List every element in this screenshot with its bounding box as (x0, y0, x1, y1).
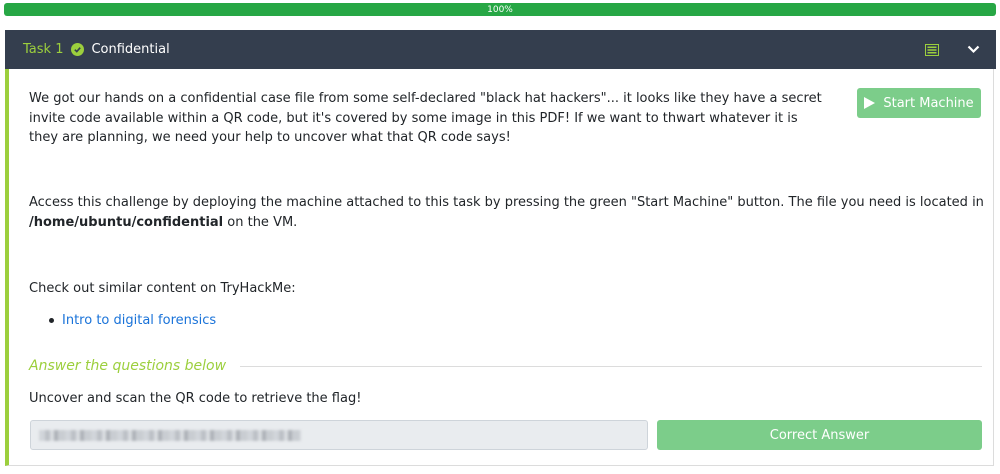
progress-label: 100% (487, 4, 513, 15)
chevron-down-icon[interactable] (967, 45, 980, 54)
play-icon (864, 97, 876, 109)
progress-bar: 100% (4, 3, 996, 16)
answer-field[interactable] (30, 420, 648, 450)
progress-fill: 100% (4, 3, 996, 16)
task-header[interactable]: Task 1 Confidential (5, 30, 996, 69)
list-item: Intro to digital forensics (49, 311, 216, 331)
task-number: Task 1 (23, 42, 64, 57)
bullet-icon (49, 318, 54, 324)
file-path: /home/ubuntu/confidential (29, 214, 224, 230)
instructions-prefix: Access this challenge by deploying the m… (29, 195, 984, 210)
question-text: Uncover and scan the QR code to retrieve… (29, 391, 362, 406)
answer-section-heading: Answer the questions below (29, 358, 982, 374)
task-title: Confidential (91, 42, 170, 57)
list-icon[interactable] (925, 43, 939, 56)
header-icons (925, 43, 996, 56)
start-machine-button[interactable]: Start Machine (857, 88, 981, 118)
task-instructions: Access this challenge by deploying the m… (29, 193, 984, 232)
instructions-suffix: on the VM. (223, 214, 298, 230)
answer-heading-text: Answer the questions below (29, 358, 227, 374)
room-link[interactable]: Intro to digital forensics (62, 311, 216, 331)
blurred-answer (39, 430, 301, 441)
divider (240, 365, 982, 367)
task-card: Task 1 Confidential We got our hands on … (5, 30, 996, 466)
correct-answer-label: Correct Answer (769, 427, 870, 443)
correct-answer-button[interactable]: Correct Answer (657, 420, 982, 450)
task-description: We got our hands on a confidential case … (29, 91, 822, 145)
check-circle-icon (71, 43, 85, 56)
similar-content-text: Check out similar content on TryHackMe: (29, 281, 296, 296)
start-machine-label: Start Machine (883, 95, 974, 111)
